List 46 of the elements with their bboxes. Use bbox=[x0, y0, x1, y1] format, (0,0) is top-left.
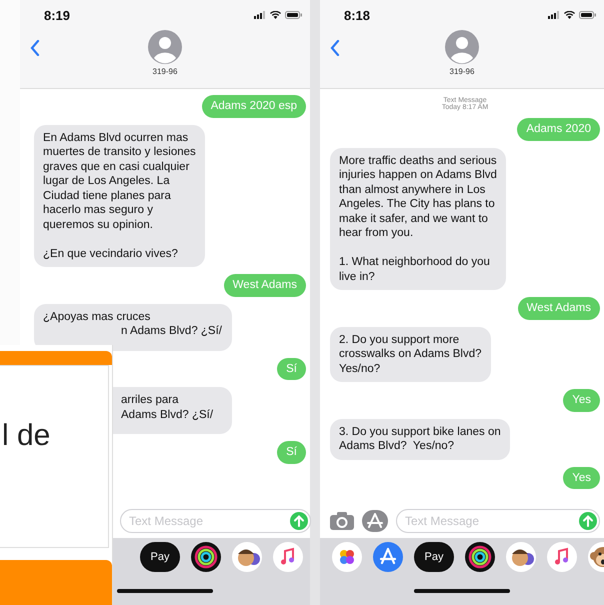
sent-message-bubble: Sí bbox=[277, 358, 306, 380]
avatar-icon bbox=[445, 30, 479, 64]
back-icon[interactable] bbox=[330, 40, 340, 56]
contact-name[interactable]: 319-96 bbox=[152, 67, 178, 76]
message-text: ¿Apoyas mas cruces bbox=[43, 310, 150, 324]
music-note-icon[interactable] bbox=[547, 542, 577, 572]
camera-icon[interactable] bbox=[330, 512, 354, 530]
send-icon[interactable] bbox=[579, 512, 597, 530]
cartoon-head-icon[interactable] bbox=[506, 542, 536, 572]
signal-icon bbox=[254, 11, 266, 19]
sent-message-bubble: Adams 2020 bbox=[517, 118, 600, 140]
battery-icon bbox=[579, 11, 596, 19]
sent-message-bubble: Sí bbox=[277, 441, 306, 464]
sent-message-bubble: Yes bbox=[563, 389, 600, 412]
flower-icon[interactable] bbox=[332, 542, 362, 572]
cartoon-head-icon[interactable] bbox=[232, 542, 262, 572]
wifi-icon bbox=[270, 11, 281, 19]
sent-message-bubble: Yes bbox=[563, 466, 600, 489]
app-store-icon[interactable] bbox=[362, 510, 388, 532]
status-time: 8:18 bbox=[344, 8, 370, 22]
received-message-bubble: 3. Do you support bike lanes on Adams Blvd? Yes/no? bbox=[330, 418, 510, 460]
apple-pay-app[interactable]: Pay bbox=[414, 542, 454, 572]
avatar-icon bbox=[148, 30, 182, 64]
battery-icon bbox=[285, 11, 302, 19]
signal-icon bbox=[548, 11, 560, 19]
message-text: arriles para Adams Blvd? ¿Sí/ bbox=[121, 393, 214, 422]
send-icon[interactable] bbox=[290, 512, 308, 530]
sent-message-bubble: West Adams bbox=[518, 297, 600, 320]
music-note-icon[interactable] bbox=[273, 542, 303, 572]
message-input-field[interactable]: Text Message bbox=[396, 509, 600, 533]
received-message-bubble: 2. Do you support more crosswalks on Adams Blvd? Yes/no? bbox=[330, 326, 491, 382]
received-message-bubble: En Adams Blvd ocurren mas muertes de transito y lesiones graves que en casi cualquier lugar de Los Angeles. La Ciudad tiene planes para hacerlo mas seguro y queremos su opinion. ¿En que vecindario vives? bbox=[34, 124, 205, 267]
sent-message-bubble: Adams 2020 esp bbox=[202, 95, 306, 118]
contact-name[interactable]: 319-96 bbox=[450, 67, 474, 76]
received-message-bubble: More traffic deaths and serious injuries happen on Adams Blvd than almost anywhere in Los Angeles. The City has plans to make it safer, and we want to hear from you. 1. What neighborhood do you live in? bbox=[330, 148, 506, 290]
message-text: n Adams Blvd? ¿Sí/ bbox=[121, 324, 222, 338]
status-time: 8:19 bbox=[44, 8, 70, 22]
rings-icon[interactable] bbox=[465, 542, 495, 572]
back-icon[interactable] bbox=[30, 40, 40, 56]
rings-icon[interactable] bbox=[191, 542, 221, 572]
message-input-field[interactable]: Text Message bbox=[120, 509, 311, 533]
wifi-icon bbox=[564, 11, 575, 19]
app-store-icon[interactable] bbox=[373, 542, 403, 572]
sent-message-bubble: West Adams bbox=[224, 274, 306, 296]
apple-pay-app[interactable]: Pay bbox=[140, 542, 180, 572]
card-text: l de bbox=[2, 418, 50, 454]
